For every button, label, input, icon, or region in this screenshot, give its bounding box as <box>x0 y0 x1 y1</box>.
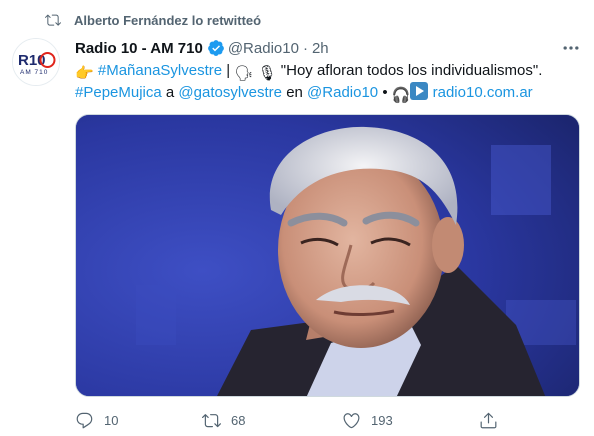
photo-portrait <box>76 115 579 396</box>
like-count: 193 <box>371 412 393 428</box>
verified-badge-icon <box>207 40 224 56</box>
radio10-logo: R10 AM 710 <box>13 39 59 85</box>
share-icon <box>480 412 497 428</box>
word-a: a <box>165 84 175 101</box>
tweet-line-2: #PepeMujica a @gatosylvestre en @Radio10… <box>75 82 580 104</box>
hashtag-pepemujica[interactable]: #PepeMujica <box>75 84 162 101</box>
retweet-label: Alberto Fernández lo retwitteó <box>74 12 262 28</box>
tweet-text: 👉 #MañanaSylvestre | 🗣 🎙 "Hoy afloran to… <box>75 60 580 104</box>
more-icon <box>563 46 579 50</box>
retweet-button[interactable]: 68 <box>202 408 245 432</box>
reply-icon <box>76 412 93 428</box>
hashtag-mananasylvestre[interactable]: #MañanaSylvestre <box>98 62 222 79</box>
more-options-button[interactable] <box>558 36 584 60</box>
link-radio10[interactable]: radio10.com.ar <box>433 84 533 101</box>
heart-icon <box>343 412 360 428</box>
tweet-photo[interactable] <box>75 114 580 397</box>
author-handle[interactable]: @Radio10 <box>228 40 299 57</box>
retweet-context[interactable]: Alberto Fernández lo retwitteó <box>44 10 261 30</box>
tweet-header: Radio 10 - AM 710 @Radio10 · 2h <box>75 37 329 59</box>
timestamp[interactable]: 2h <box>312 40 329 57</box>
like-button[interactable]: 193 <box>342 408 393 432</box>
retweet-icon <box>202 413 221 427</box>
avatar[interactable]: R10 AM 710 <box>12 38 60 86</box>
retweet-icon <box>45 14 61 26</box>
play-button-emoji <box>410 82 429 107</box>
quote-text: "Hoy afloran todos los individualismos". <box>280 62 543 79</box>
tweet-actions: 10 68 193 <box>75 408 580 432</box>
retweet-count: 68 <box>231 412 246 428</box>
bullet: • <box>382 84 388 101</box>
reply-count: 10 <box>104 412 119 428</box>
word-en: en <box>286 84 303 101</box>
mention-radio10[interactable]: @Radio10 <box>307 84 378 101</box>
reply-button[interactable]: 10 <box>75 408 118 432</box>
share-button[interactable] <box>479 408 508 432</box>
pipe-separator: | <box>226 62 231 79</box>
svg-text:AM 710: AM 710 <box>20 69 48 76</box>
tweet-line-1: 👉 #MañanaSylvestre | 🗣 🎙 "Hoy afloran to… <box>75 60 580 82</box>
headphones-emoji: 🎧 <box>391 87 411 104</box>
separator-dot: · <box>302 39 308 57</box>
display-name[interactable]: Radio 10 - AM 710 <box>75 40 203 57</box>
mention-gatosylvestre[interactable]: @gatosylvestre <box>178 84 282 101</box>
